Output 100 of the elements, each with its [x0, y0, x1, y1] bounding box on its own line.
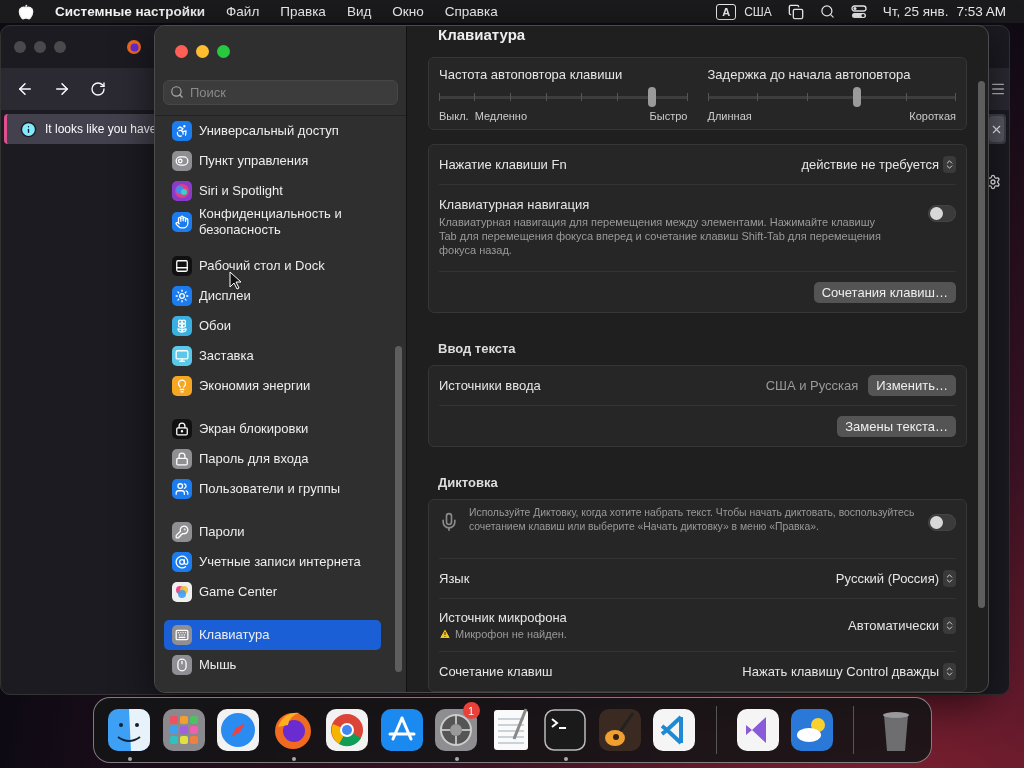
stepper-icon [943, 156, 956, 173]
fox-icon[interactable] [126, 39, 142, 55]
slider-thumb[interactable] [852, 87, 861, 107]
sidebar-item[interactable]: Пароль для входа [164, 444, 381, 474]
slider-label: Длинная [707, 110, 752, 122]
slider-label: Медленно [474, 110, 528, 122]
input-source-badge[interactable]: A [716, 3, 737, 20]
apple-icon[interactable] [18, 3, 34, 20]
compass-icon[interactable] [215, 707, 262, 753]
windows-icon[interactable] [787, 3, 804, 20]
gear-icon[interactable] [433, 707, 480, 753]
sidebar-item[interactable]: Конфиденциальность и безопасность [164, 206, 381, 238]
sidebar-item[interactable]: Клавиатура [164, 620, 381, 650]
menu-icon[interactable] [990, 81, 1006, 97]
toggle-switch[interactable] [928, 205, 956, 222]
setting-label: Сочетание клавиш [439, 664, 554, 679]
push-button[interactable]: Замены текста… [837, 415, 956, 437]
setting-label: Источник микрофона [439, 610, 568, 625]
close-button[interactable] [989, 116, 1004, 142]
dictation-description: Используйте Диктовку, когда хотите набрать текст. Чтобы начать диктовать, воспользуйтесь сочетанием клавиш или выберите «Начать диктовку» в меню «Правка». [469, 506, 916, 534]
slider-thumb[interactable] [647, 87, 656, 107]
setting-label: Нажатие клавиши Fn [439, 157, 568, 172]
microphone-icon [439, 512, 459, 532]
close-button[interactable] [175, 45, 188, 58]
smiling-face-icon[interactable] [106, 707, 153, 753]
menu-time[interactable]: 7:53 AM [956, 4, 1006, 19]
sidebar-item[interactable]: Заставка [164, 341, 381, 371]
slider-label: Быстро [649, 110, 688, 122]
menu-item[interactable]: Файл [226, 4, 260, 19]
input-source-label[interactable]: США [744, 4, 772, 19]
stepper-icon [943, 663, 956, 680]
search-icon[interactable] [819, 4, 835, 19]
popup-button[interactable]: Нажать клавишу Control дважды [742, 663, 956, 680]
popup-button[interactable]: Русский (Россия) [835, 570, 956, 587]
control-center-icon[interactable] [850, 4, 867, 19]
minimize-button[interactable] [196, 45, 209, 58]
popup-button[interactable]: Автоматически [848, 616, 956, 634]
push-button[interactable]: Сочетания клавиш… [813, 281, 956, 303]
menu-item[interactable]: Вид [346, 4, 372, 19]
setting-label: Источники ввода [439, 378, 542, 393]
sidebar-item[interactable]: Пароли [164, 517, 381, 547]
reload-icon[interactable] [90, 81, 106, 97]
slider-track[interactable] [707, 86, 956, 108]
info-icon [20, 120, 37, 138]
forward-icon[interactable] [53, 80, 71, 98]
stepper-icon [943, 570, 956, 587]
running-indicator [128, 757, 132, 761]
running-indicator [455, 757, 459, 761]
sidebar-item[interactable]: Учетные записи интернета [164, 547, 381, 577]
cloud-sun-icon[interactable] [789, 707, 836, 753]
sidebar-item[interactable]: Game Center [164, 577, 381, 607]
guitar-icon[interactable] [596, 707, 643, 753]
zoom-button[interactable] [217, 45, 230, 58]
search-icon [170, 85, 184, 99]
app-store-icon[interactable] [378, 707, 425, 753]
slider-title: Задержка до начала автоповтора [707, 67, 912, 82]
app-grid-icon[interactable] [160, 707, 207, 753]
slider-label: Короткая [909, 110, 956, 122]
search-field[interactable]: Поиск [163, 80, 398, 105]
menu-item[interactable]: Окно [392, 4, 424, 19]
popup-button[interactable]: действие не требуется [801, 156, 956, 173]
menu-item[interactable]: Справка [444, 4, 498, 19]
setting-label: Язык [439, 571, 471, 586]
running-indicator [564, 757, 568, 761]
stepper-icon [943, 616, 956, 634]
slider-title: Частота автоповтора клавиши [439, 67, 624, 82]
setting-description: Клавиатурная навигация для перемещения между элементами. Нажимайте клавишу Tab для перемещения фокуса вперед и сочетание клавиш Shift-Tab для перемещения фокуса назад. [439, 215, 882, 257]
push-button[interactable]: Изменить… [868, 375, 956, 396]
cursor-icon [229, 271, 242, 290]
sidebar-item[interactable]: Экран блокировки [164, 414, 381, 444]
section-title: Диктовка [437, 474, 499, 492]
sidebar-item[interactable]: Экономия энергии [164, 371, 381, 401]
sidebar-item[interactable]: Siri и Spotlight [164, 176, 381, 206]
setting-label: Клавиатурная навигация [439, 197, 591, 212]
browser-ring-icon[interactable] [324, 707, 371, 753]
scrollbar[interactable] [978, 81, 985, 608]
sidebar-item[interactable]: Рабочий стол и Dock [164, 251, 381, 281]
slider-label: Выкл. [439, 110, 469, 122]
warning-text: Микрофон не найден. [455, 628, 567, 640]
sidebar-item[interactable]: Дисплеи [164, 281, 381, 311]
section-title: Ввод текста [437, 340, 517, 358]
terminal-icon[interactable] [542, 707, 589, 753]
menu-date[interactable]: Чт, 25 янв. [882, 4, 949, 19]
page-title: Клавиатура [438, 26, 526, 43]
toggle-switch[interactable] [928, 514, 956, 531]
sidebar-item[interactable]: Пользователи и группы [164, 474, 381, 504]
back-icon[interactable] [16, 80, 34, 98]
menu-item[interactable]: Системные настройки [55, 4, 206, 19]
warning-icon [439, 628, 451, 640]
slider-track[interactable] [439, 86, 688, 108]
sidebar-item[interactable]: Универсальный доступ [164, 116, 381, 146]
scrollbar[interactable] [395, 346, 402, 672]
sidebar-item[interactable]: Мышь [164, 650, 381, 680]
setting-value: США и Русская [765, 378, 859, 393]
menu-item[interactable]: Правка [280, 4, 326, 19]
sidebar-item[interactable]: Обои [164, 311, 381, 341]
running-indicator [291, 757, 296, 761]
code-editor-icon[interactable] [651, 707, 698, 753]
code-loop-icon[interactable] [734, 707, 781, 753]
sidebar-item[interactable]: Пункт управления [164, 146, 381, 176]
